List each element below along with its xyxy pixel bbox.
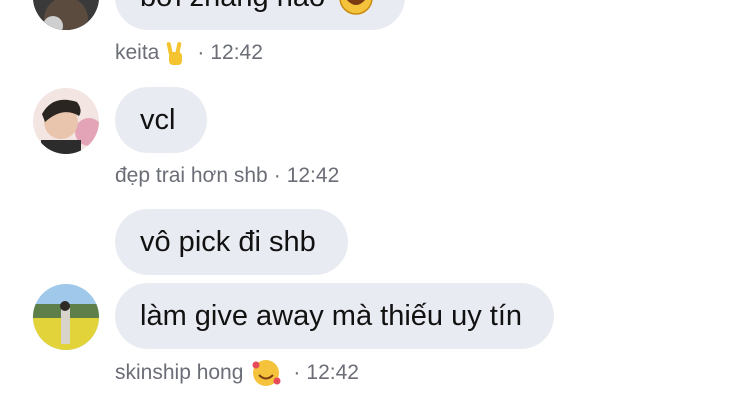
message-text: vô pick đi shb (140, 226, 316, 258)
smiling-face-with-hearts-emoji-icon (252, 360, 281, 386)
message-text: bởi zhang nào (140, 0, 325, 13)
message-time: 12:42 (210, 41, 263, 64)
message-time: 12:42 (306, 361, 359, 384)
avatar-skinship-hong[interactable] (33, 284, 99, 350)
avatar-keita[interactable] (33, 0, 99, 30)
avatar-image (33, 284, 99, 350)
message-bubble[interactable]: vcl (115, 87, 208, 153)
message-bubble[interactable]: làm give away mà thiếu uy tín (115, 283, 555, 349)
message-time: 12:42 (286, 164, 340, 187)
message-meta: skinship hong · 12:42 (115, 358, 359, 388)
message-text: vcl (140, 104, 176, 136)
meta-separator: · (273, 164, 281, 187)
message-meta: đẹp trai hơn shb · 12:42 (115, 164, 339, 188)
grinning-face-emoji-icon (339, 0, 373, 16)
meta-separator: · (293, 361, 301, 384)
sender-name: đẹp trai hơn shb (115, 164, 268, 187)
message-bubble[interactable]: vô pick đi shb (115, 209, 348, 275)
avatar-dep-trai[interactable] (33, 88, 99, 154)
victory-hand-emoji-icon (167, 42, 183, 65)
message-bubble[interactable]: bởi zhang nào (115, 0, 406, 30)
message-meta: keita · 12:42 (115, 40, 263, 66)
meta-separator: · (197, 41, 205, 64)
avatar-image (33, 88, 99, 154)
sender-name: keita (115, 41, 160, 64)
message-text: làm give away mà thiếu uy tín (140, 300, 523, 332)
avatar-image (33, 0, 99, 30)
sender-name: skinship hong (115, 361, 244, 384)
